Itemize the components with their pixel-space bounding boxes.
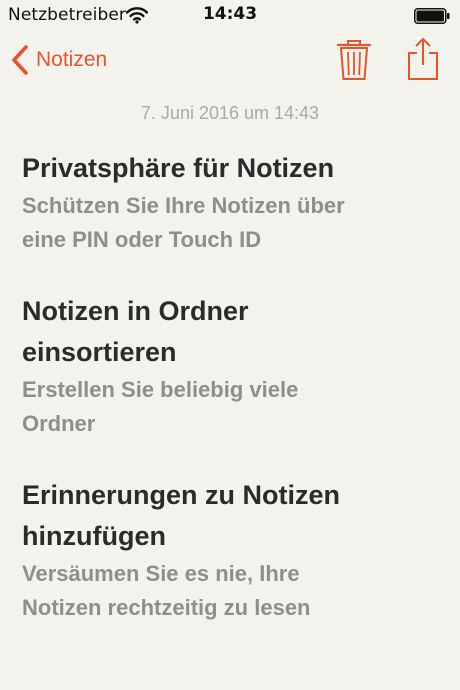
- section-text-line: Schützen Sie Ihre Notizen über: [22, 193, 345, 218]
- section-text-line: eine PIN oder Touch ID: [22, 227, 262, 252]
- trash-button[interactable]: [336, 38, 372, 82]
- share-button[interactable]: [404, 36, 442, 82]
- section-title-line: Privatsphäre für Notizen: [22, 153, 335, 183]
- chevron-left-icon: [12, 45, 28, 75]
- trash-icon: [336, 40, 372, 80]
- navigation-bar: Notizen: [0, 30, 460, 92]
- back-button[interactable]: Notizen: [10, 42, 107, 78]
- status-bar: Netzbetreiber 14:43: [0, 0, 460, 30]
- section-title: Privatsphäre für Notizen: [22, 148, 442, 189]
- section-title-line: einsortieren: [22, 337, 177, 367]
- section-title-line: hinzufügen: [22, 521, 166, 551]
- section-text-line: Versäumen Sie es nie, Ihre: [22, 561, 300, 586]
- section-text: Schützen Sie Ihre Notizen über eine PIN …: [22, 189, 442, 257]
- section-text: Erstellen Sie beliebig viele Ordner: [22, 373, 442, 441]
- note-body[interactable]: Privatsphäre für Notizen Schützen Sie Ih…: [22, 148, 442, 659]
- note-section: Notizen in Ordner einsortieren Erstellen…: [22, 291, 442, 441]
- section-text-line: Erstellen Sie beliebig viele: [22, 377, 299, 402]
- section-text-line: Notizen rechtzeitig zu lesen: [22, 595, 311, 620]
- share-icon: [408, 37, 438, 80]
- section-title-line: Notizen in Ordner: [22, 296, 249, 326]
- section-title-line: Erinnerungen zu Notizen: [22, 480, 341, 510]
- back-label: Notizen: [36, 48, 108, 71]
- section-text: Versäumen Sie es nie, Ihre Notizen recht…: [22, 557, 442, 625]
- note-section: Erinnerungen zu Notizen hinzufügen Versä…: [22, 475, 442, 625]
- status-time: 14:43: [202, 4, 258, 24]
- section-title: Notizen in Ordner einsortieren: [22, 291, 442, 373]
- note-section: Privatsphäre für Notizen Schützen Sie Ih…: [22, 148, 442, 257]
- section-title: Erinnerungen zu Notizen hinzufügen: [22, 475, 442, 557]
- note-date: 7. Juni 2016 um 14:43: [140, 103, 320, 123]
- section-text-line: Ordner: [22, 411, 96, 436]
- battery-icon: [414, 8, 450, 24]
